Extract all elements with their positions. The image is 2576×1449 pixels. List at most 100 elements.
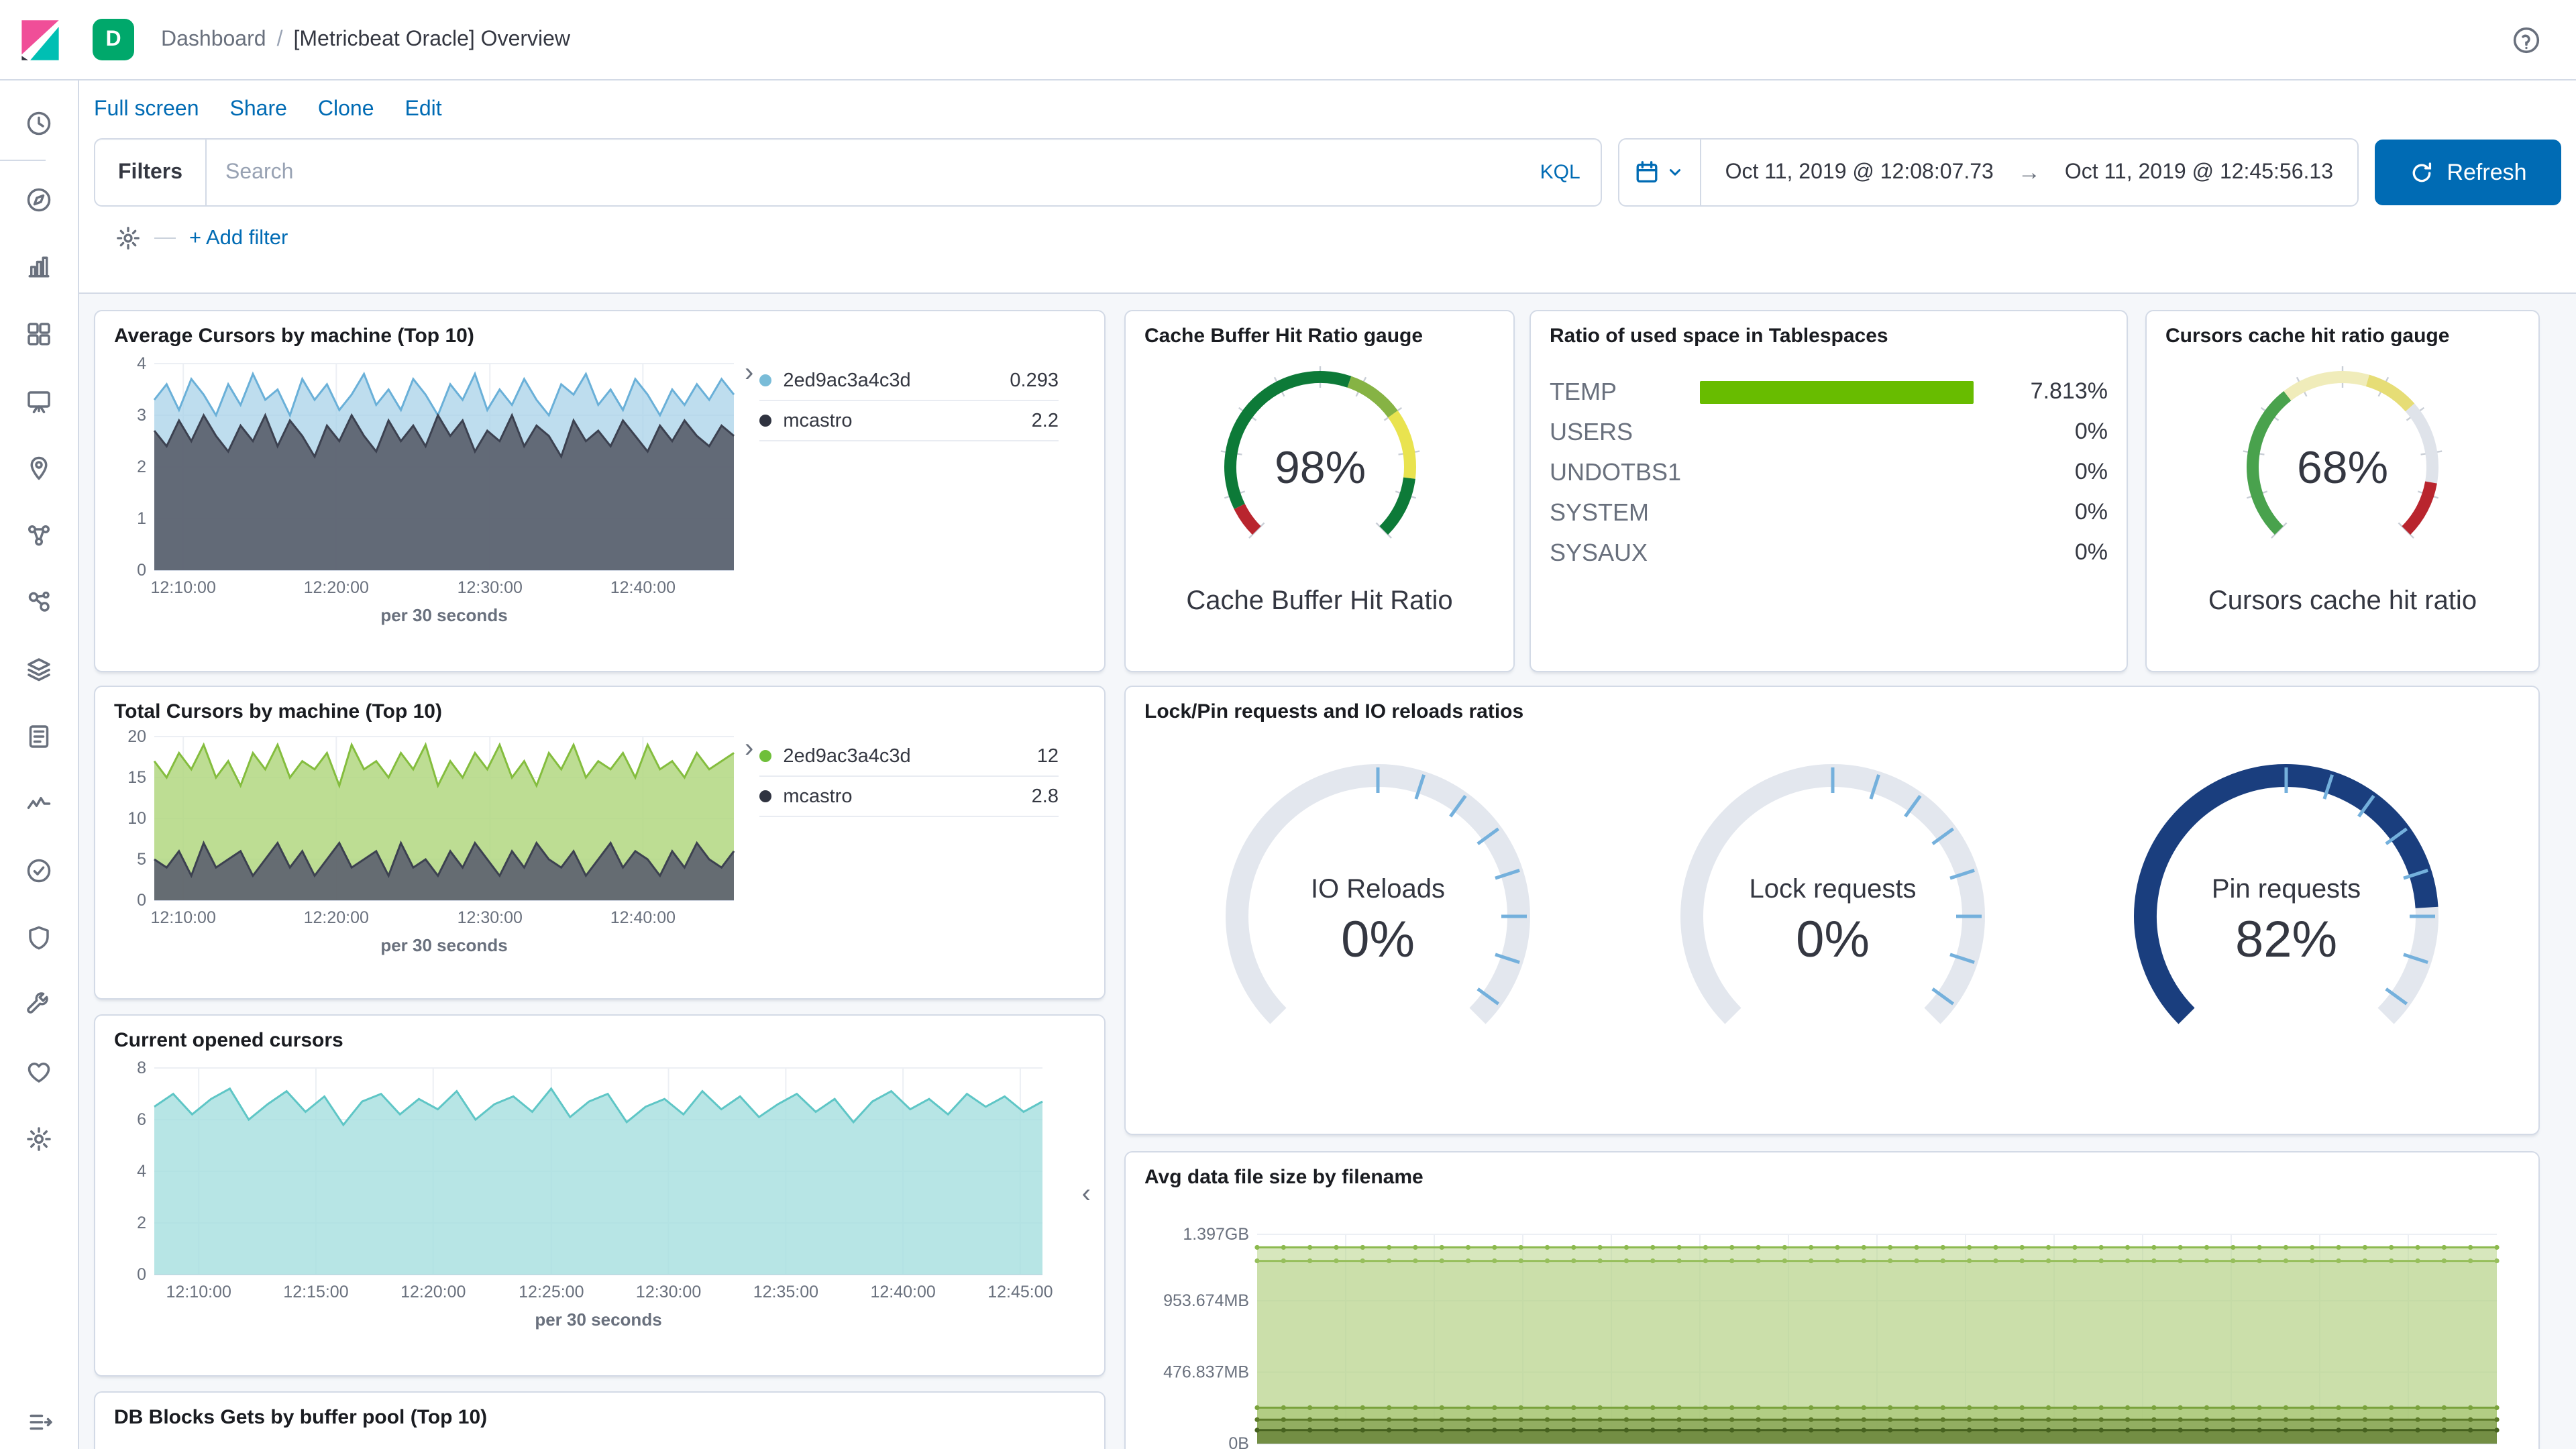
siem-icon — [29, 926, 49, 950]
svg-text:6: 6 — [137, 1110, 146, 1129]
sidebar-item-logs[interactable] — [0, 703, 78, 770]
help-icon[interactable] — [2512, 25, 2541, 54]
breadcrumb: Dashboard / [Metricbeat Oracle] Overview — [161, 28, 570, 52]
svg-text:2: 2 — [137, 1214, 146, 1232]
sidebar-item-metrics[interactable] — [0, 636, 78, 703]
search-bar: Filters KQL — [94, 138, 1602, 207]
menu-item-edit[interactable]: Edit — [405, 98, 442, 122]
kql-button[interactable]: KQL — [1540, 161, 1601, 184]
date-to[interactable]: Oct 11, 2019 @ 12:45:56.13 — [2041, 160, 2357, 184]
recently-viewed-icon — [27, 111, 51, 136]
add-filter-button[interactable]: + Add filter — [189, 226, 288, 250]
legend-series-name: mcastro — [783, 410, 853, 431]
ratio-gauge-lock-requests[interactable]: Lock requests 0% — [1611, 729, 2053, 1091]
svg-text:15: 15 — [127, 768, 146, 787]
chevron-right-icon[interactable]: › — [745, 735, 759, 762]
sidebar-item-maps[interactable] — [0, 435, 78, 502]
menu-item-clone[interactable]: Clone — [318, 98, 374, 122]
legend-series-value: 2.8 — [1031, 786, 1059, 807]
search-input[interactable] — [207, 160, 1540, 184]
sidebar-item-canvas[interactable] — [0, 368, 78, 435]
sidebar-nav — [0, 79, 79, 1449]
svg-text:per 30 seconds: per 30 seconds — [380, 935, 507, 955]
menu-item-share[interactable]: Share — [230, 98, 287, 122]
svg-text:3: 3 — [137, 406, 146, 425]
panel-title: Avg data file size by filename — [1144, 1166, 1424, 1189]
svg-text:12:20:00: 12:20:00 — [304, 908, 369, 927]
sidebar-item-machine-learning[interactable] — [0, 502, 78, 569]
date-range-picker: Oct 11, 2019 @ 12:08:07.73 → Oct 11, 201… — [1617, 138, 2359, 207]
legend-item[interactable]: mcastro 2.2 — [759, 401, 1059, 441]
panel-cache-buffer-hit-ratio: Cache Buffer Hit Ratio gauge 98% Cache B… — [1124, 310, 1515, 672]
cache-buffer-hit-ratio-gauge[interactable]: 98% — [1159, 353, 1481, 565]
svg-text:5: 5 — [137, 850, 146, 869]
sidebar-item-dev-tools[interactable] — [0, 971, 78, 1038]
panel-tablespace-usage: Ratio of used space in Tablespaces TEMP 7… — [1529, 310, 2128, 672]
gear-icon[interactable] — [115, 225, 141, 251]
avg-file-size-chart[interactable]: 1.397GB 953.674MB 476.837MB 0B — [1144, 1194, 2513, 1449]
legend-color-dot — [759, 750, 771, 762]
svg-text:12:30:00: 12:30:00 — [636, 1283, 701, 1301]
date-from[interactable]: Oct 11, 2019 @ 12:08:07.73 — [1701, 160, 2018, 184]
sidebar-item-siem[interactable] — [0, 904, 78, 971]
space-avatar[interactable]: D — [93, 19, 134, 60]
breadcrumb-dashboard[interactable]: Dashboard — [161, 28, 266, 52]
svg-text:0%: 0% — [1341, 911, 1415, 968]
tablespace-value: 0% — [2074, 499, 2108, 525]
legend-series-name: 2ed9ac3a4c3d — [783, 745, 911, 767]
average-cursors-chart[interactable]: 4 3 2 1 0 12:10:00 12:20:00 12:30:00 12:40:00 per… — [114, 353, 745, 629]
ratio-gauges: IO Reloads 0% Lock requests 0% Pin requests 8… — [1144, 729, 2520, 1091]
panel-title: Lock/Pin requests and IO reloads ratios — [1144, 700, 1524, 723]
svg-text:4: 4 — [137, 1162, 146, 1181]
tablespace-row: USERS 0% — [1550, 412, 2108, 452]
filters-button[interactable]: Filters — [95, 140, 207, 205]
sidebar-item-recently-viewed[interactable] — [0, 90, 78, 157]
menu-item-full-screen[interactable]: Full screen — [94, 98, 199, 122]
tablespace-row: SYSAUX 0% — [1550, 533, 2108, 573]
opened-cursors-chart[interactable]: 8 6 4 2 0 12:10:00 12:15:00 12:20:00 12:25:00 12:… — [114, 1057, 1056, 1334]
panel-title: Total Cursors by machine (Top 10) — [114, 700, 442, 723]
collapse-menu-icon[interactable] — [0, 1409, 79, 1436]
sidebar-item-apm[interactable] — [0, 770, 78, 837]
panel-title: Current opened cursors — [114, 1029, 343, 1052]
machine-learning-icon — [28, 525, 50, 546]
sidebar-item-uptime[interactable] — [0, 837, 78, 904]
legend-series-name: mcastro — [783, 786, 853, 807]
chevron-right-icon[interactable]: › — [745, 360, 759, 386]
panel-title: Ratio of used space in Tablespaces — [1550, 325, 1888, 347]
chevron-left-icon[interactable]: ‹ — [1079, 1176, 1093, 1212]
ratio-gauge-io-reloads[interactable]: IO Reloads 0% — [1157, 729, 1599, 1091]
legend-series-name: 2ed9ac3a4c3d — [783, 370, 911, 391]
sidebar-item-management[interactable] — [0, 1106, 78, 1173]
total-cursors-chart[interactable]: 20 15 10 5 0 12:10:00 12:20:00 12:30:00 12:40:00… — [114, 729, 745, 959]
sidebar-item-dashboard[interactable] — [0, 301, 78, 368]
legend-item[interactable]: 2ed9ac3a4c3d 12 — [759, 737, 1059, 777]
tablespace-value: 0% — [2074, 539, 2108, 565]
legend-item[interactable]: mcastro 2.8 — [759, 777, 1059, 817]
svg-text:953.674MB: 953.674MB — [1163, 1291, 1249, 1310]
svg-text:0B: 0B — [1228, 1434, 1249, 1449]
kibana-logo[interactable] — [0, 1, 79, 78]
discover-icon — [27, 188, 51, 212]
svg-text:12:40:00: 12:40:00 — [610, 578, 676, 597]
svg-text:Lock requests: Lock requests — [1748, 874, 1915, 904]
ratio-gauge-pin-requests[interactable]: Pin requests 82% — [2065, 729, 2508, 1091]
sidebar-item-discover[interactable] — [0, 166, 78, 233]
main-content: Full screenShareCloneEdit Filters KQL O — [79, 79, 2576, 1449]
svg-text:0: 0 — [137, 561, 146, 580]
legend-item[interactable]: 2ed9ac3a4c3d 0.293 — [759, 361, 1059, 401]
cursors-cache-hit-ratio-gauge[interactable]: 68% — [2182, 353, 2504, 565]
tablespace-bar — [1700, 501, 1974, 524]
refresh-button[interactable]: Refresh — [2375, 140, 2561, 205]
sidebar-item-monitoring[interactable] — [0, 1038, 78, 1106]
panel-lock-pin-io-ratios: Lock/Pin requests and IO reloads ratios … — [1124, 686, 2540, 1135]
calendar-dropdown-button[interactable] — [1619, 140, 1701, 205]
sidebar-item-visualize[interactable] — [0, 233, 78, 301]
svg-text:Pin requests: Pin requests — [2212, 874, 2361, 904]
uptime-icon — [27, 859, 51, 883]
sidebar-item-graph[interactable] — [0, 569, 78, 636]
svg-text:2: 2 — [137, 458, 146, 476]
legend-series-value: 12 — [1036, 745, 1059, 767]
dev-tools-icon — [27, 992, 48, 1014]
tablespace-value: 0% — [2074, 459, 2108, 484]
